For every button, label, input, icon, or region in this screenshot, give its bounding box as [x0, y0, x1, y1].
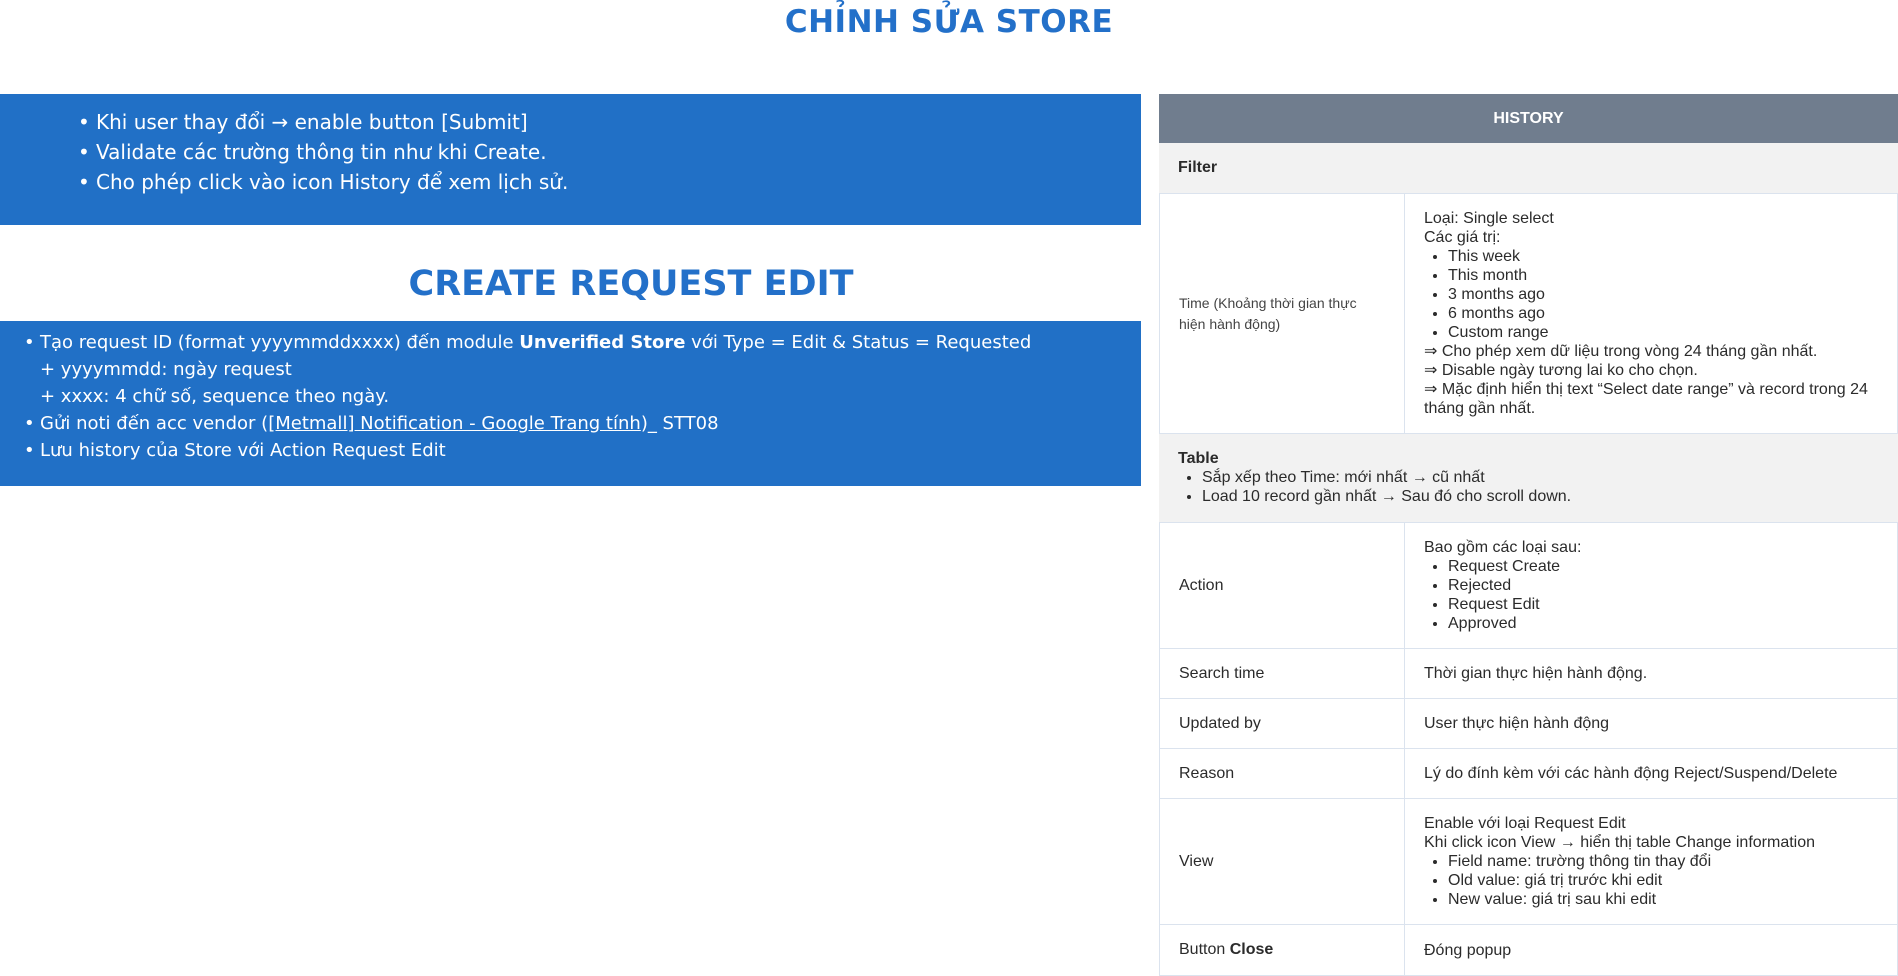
- module-name: Unverified Store: [519, 332, 686, 353]
- request-line: + xxxx: 4 chữ số, sequence theo ngày.: [40, 386, 390, 407]
- notification-sheet-link[interactable]: [Metmall] Notification - Google Trang tí…: [268, 413, 641, 434]
- request-line: • Lưu history của Store với Action Reque…: [24, 437, 446, 464]
- value-text: ⇒ Disable ngày tương lai ko cho chọn.: [1424, 362, 1698, 379]
- list-item: Old value: giá trị trước khi edit: [1448, 871, 1878, 890]
- list-item: This week: [1448, 247, 1878, 266]
- time-row: Time (Khoảng thời gian thực hiện hành độ…: [1159, 194, 1898, 434]
- page-title: CHỈNH SỬA STORE: [784, 4, 1114, 40]
- value-text: Khi click icon View → hiển thị table Cha…: [1424, 834, 1816, 851]
- action-label: Action: [1160, 523, 1405, 648]
- list-item: 3 months ago: [1448, 285, 1878, 304]
- list-item: Cho phép click vào icon History để xem l…: [78, 167, 1141, 197]
- view-value: Enable với loại Request Edit Khi click i…: [1405, 799, 1897, 924]
- close-label: Button Close: [1160, 925, 1405, 975]
- list-item: Khi user thay đổi → enable button [Submi…: [78, 107, 1141, 137]
- request-line: • Gửi noti đến acc vendor ([Metmall] Not…: [24, 410, 719, 437]
- list-item: Load 10 record gần nhất → Sau đó cho scr…: [1202, 487, 1879, 506]
- label-text: Button: [1179, 941, 1226, 958]
- reason-row: Reason Lý do đính kèm với các hành động …: [1159, 749, 1898, 799]
- list-item: 6 months ago: [1448, 304, 1878, 323]
- bullet: •: [24, 440, 35, 461]
- request-line: + yyyymmdd: ngày request: [40, 359, 292, 380]
- updated-by-label: Updated by: [1160, 699, 1405, 748]
- action-types: Request Create Rejected Request Edit App…: [1424, 557, 1878, 633]
- bullet: •: [24, 413, 35, 434]
- list-item: Request Create: [1448, 557, 1878, 576]
- time-label: Time (Khoảng thời gian thực hiện hành độ…: [1160, 194, 1405, 433]
- view-label: View: [1160, 799, 1405, 924]
- list-item: Custom range: [1448, 323, 1878, 342]
- value-text: Enable với loại Request Edit: [1424, 815, 1626, 832]
- edit-notes-box: Khi user thay đổi → enable button [Submi…: [0, 94, 1141, 225]
- list-item: This month: [1448, 266, 1878, 285]
- bullet: •: [24, 332, 35, 353]
- reason-value: Lý do đính kèm với các hành động Reject/…: [1424, 765, 1838, 782]
- table-label: Table: [1178, 450, 1219, 467]
- value-text: ⇒ Cho phép xem dữ liệu trong vòng 24 thá…: [1424, 343, 1818, 360]
- list-item: Validate các trường thông tin như khi Cr…: [78, 137, 1141, 167]
- updated-by-row: Updated by User thực hiện hành động: [1159, 699, 1898, 749]
- time-value: Loại: Single select Các giá trị: This we…: [1405, 194, 1897, 433]
- request-text: Gửi noti đến acc vendor (: [40, 413, 269, 434]
- list-item: Sắp xếp theo Time: mới nhất → cũ nhất: [1202, 468, 1879, 487]
- time-options: This week This month 3 months ago 6 mont…: [1424, 247, 1878, 342]
- action-row: Action Bao gồm các loại sau: Request Cre…: [1159, 523, 1898, 649]
- close-value: Đóng popup: [1424, 941, 1512, 959]
- close-row: Button Close Đóng popup: [1159, 925, 1898, 976]
- reason-label: Reason: [1160, 749, 1405, 798]
- value-text: Loại: Single select: [1424, 210, 1554, 227]
- action-value: Bao gồm các loại sau: Request Create Rej…: [1405, 523, 1897, 648]
- section-title: CREATE REQUEST EDIT: [408, 264, 854, 304]
- search-time-value: Thời gian thực hiện hành động.: [1424, 665, 1648, 682]
- value-text: Các giá trị:: [1424, 229, 1501, 246]
- search-time-label: Search time: [1160, 649, 1405, 698]
- list-item: Rejected: [1448, 576, 1878, 595]
- filter-label: Filter: [1178, 159, 1218, 176]
- request-text: với Type = Edit & Status = Requested: [685, 332, 1032, 353]
- history-spec-table: HISTORY Filter Time (Khoảng thời gian th…: [1159, 94, 1898, 976]
- list-item: Field name: trường thông tin thay đổi: [1448, 852, 1878, 871]
- edit-notes-list: Khi user thay đổi → enable button [Submi…: [0, 94, 1141, 197]
- view-row: View Enable với loại Request Edit Khi cl…: [1159, 799, 1898, 925]
- search-time-row: Search time Thời gian thực hiện hành độn…: [1159, 649, 1898, 699]
- table-section: Table Sắp xếp theo Time: mới nhất → cũ n…: [1159, 434, 1898, 523]
- request-text: )_ STT08: [640, 413, 719, 434]
- request-text: Lưu history của Store với Action Request…: [40, 440, 446, 461]
- list-item: Request Edit: [1448, 595, 1878, 614]
- request-text: Tạo request ID (format yyyymmddxxxx) đến…: [40, 332, 520, 353]
- updated-by-value: User thực hiện hành động: [1424, 715, 1610, 732]
- request-edit-box: • Tạo request ID (format yyyymmddxxxx) đ…: [0, 321, 1141, 486]
- value-text: ⇒ Mặc định hiển thị text “Select date ra…: [1424, 381, 1868, 417]
- value-text: Bao gồm các loại sau:: [1424, 539, 1582, 556]
- list-item: New value: giá trị sau khi edit: [1448, 890, 1878, 909]
- request-line: • Tạo request ID (format yyyymmddxxxx) đ…: [24, 329, 1032, 356]
- list-item: Approved: [1448, 614, 1878, 633]
- change-info-fields: Field name: trường thông tin thay đổi Ol…: [1424, 852, 1878, 909]
- table-rules: Sắp xếp theo Time: mới nhất → cũ nhất Lo…: [1178, 468, 1879, 506]
- history-header: HISTORY: [1159, 94, 1898, 143]
- filter-section: Filter: [1159, 143, 1898, 194]
- close-keyword: Close: [1229, 941, 1274, 958]
